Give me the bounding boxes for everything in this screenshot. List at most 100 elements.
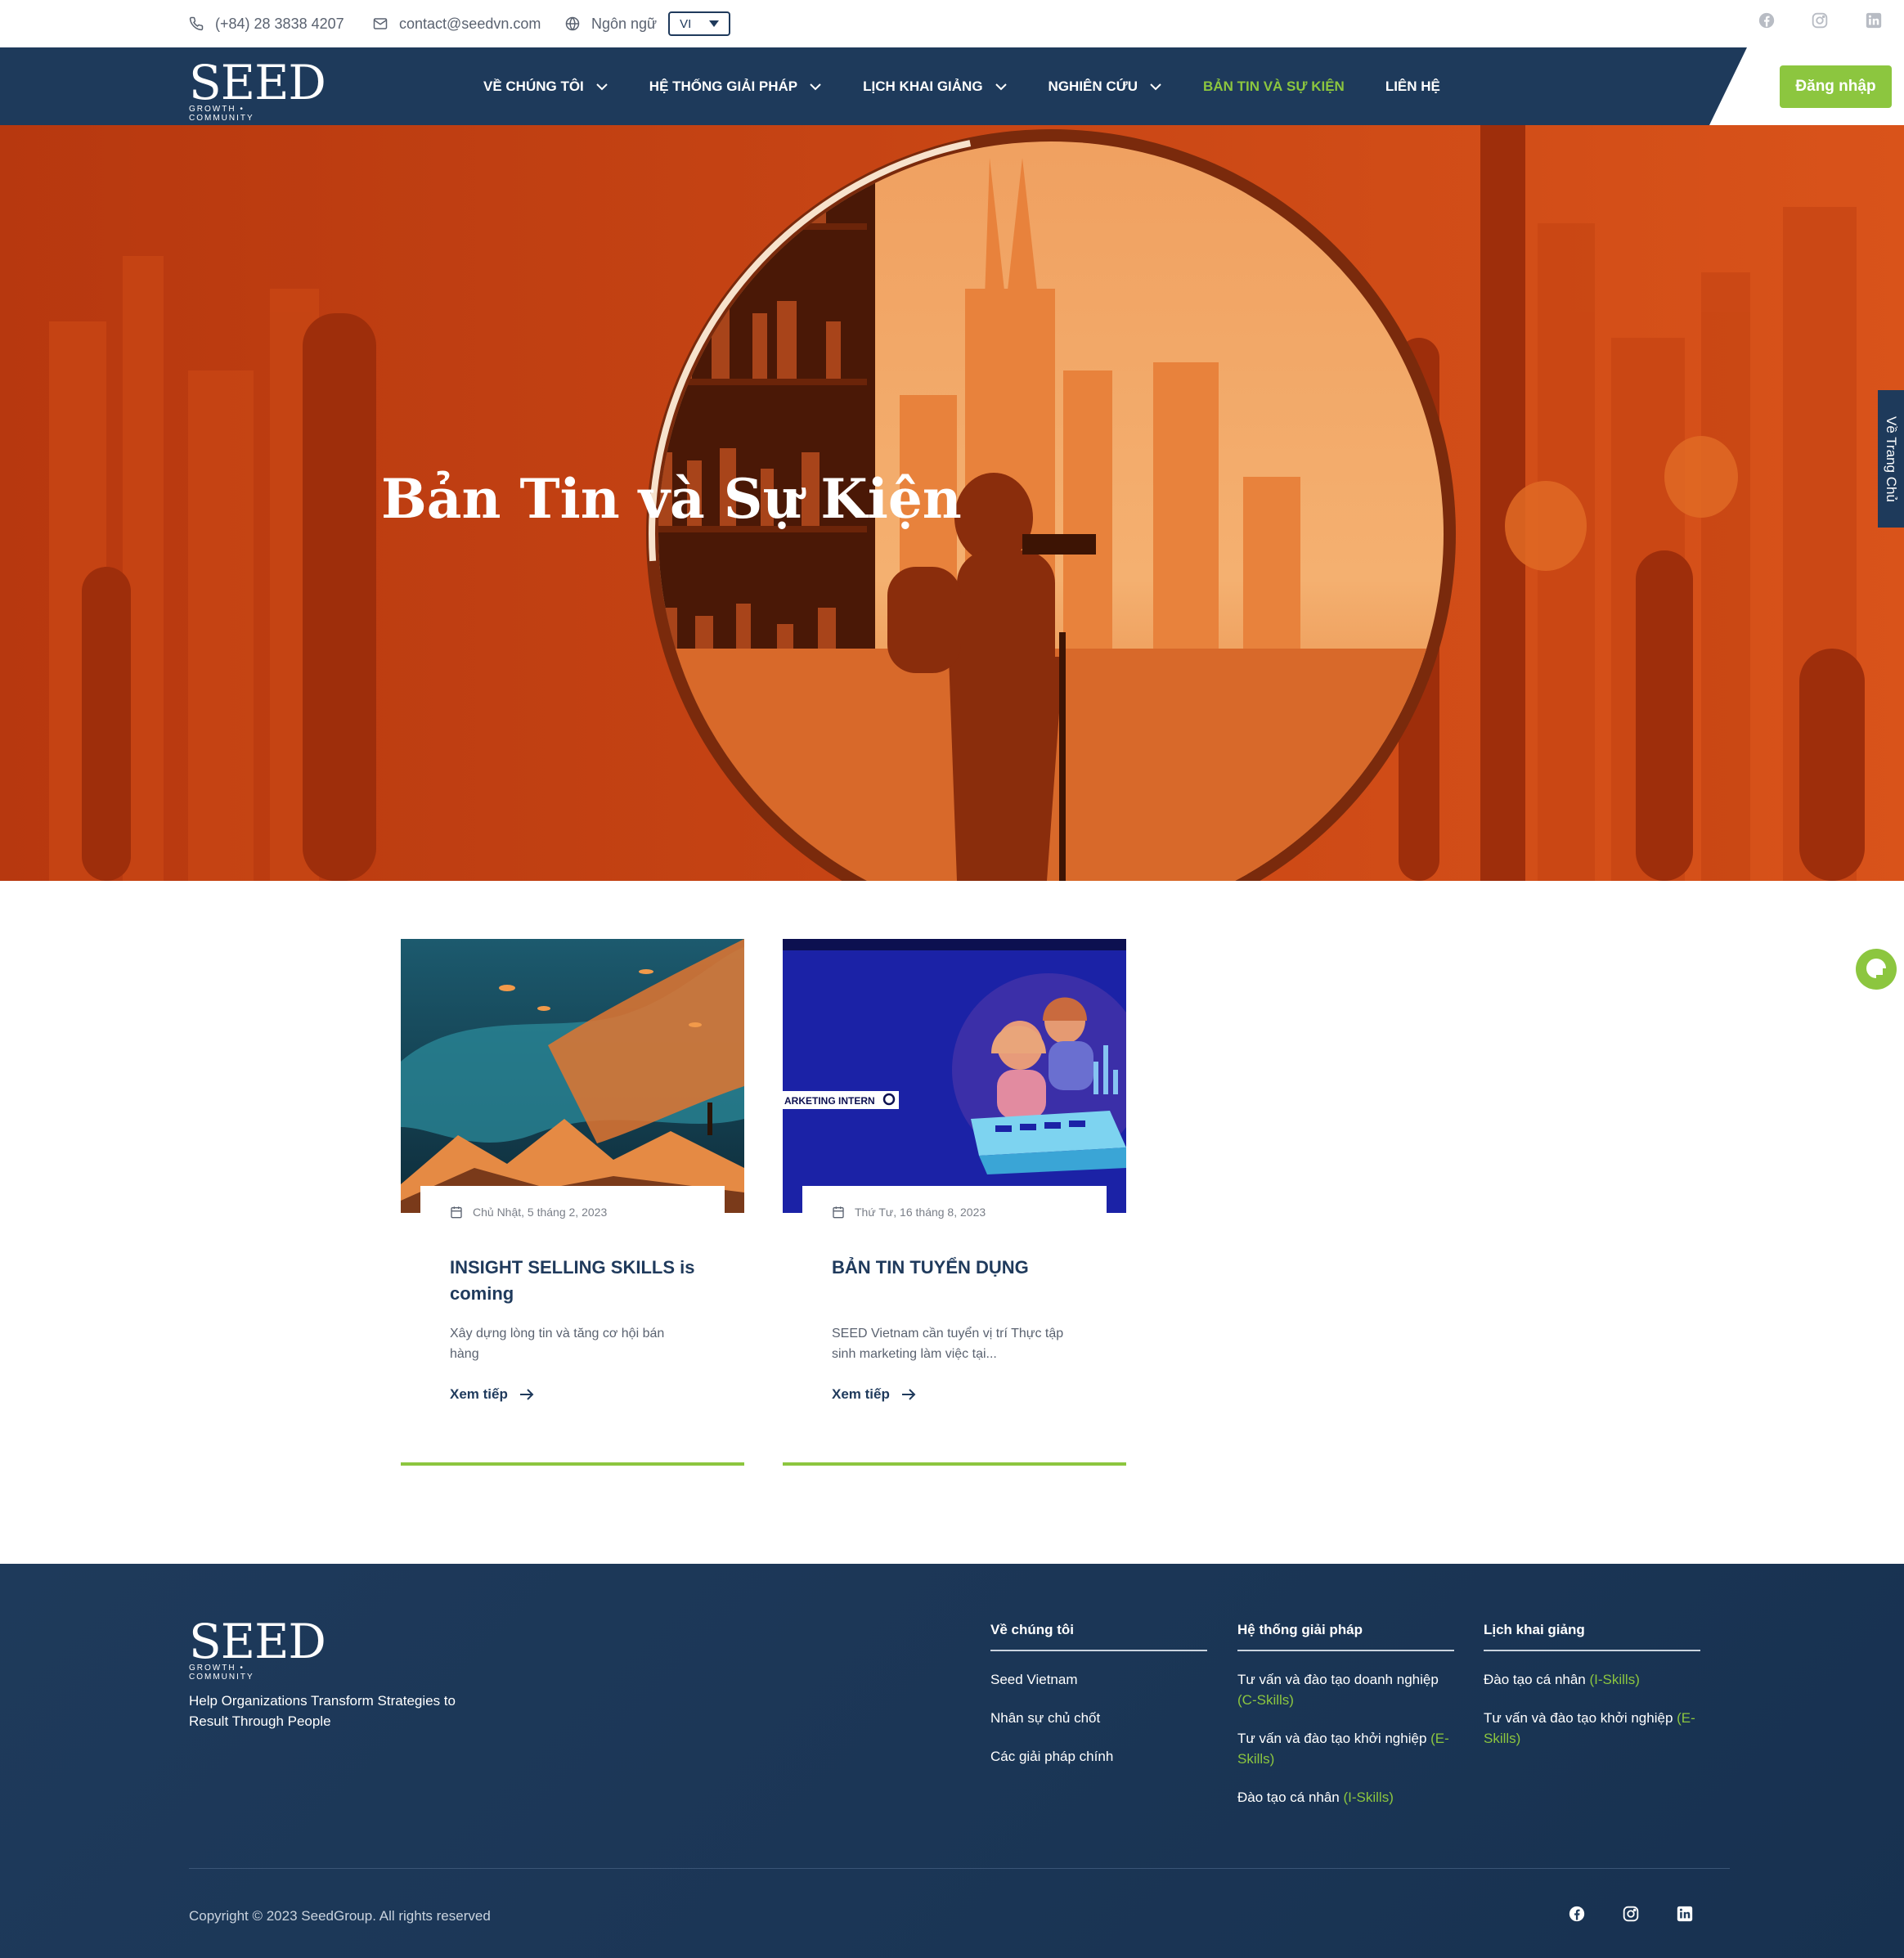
logo-wordmark: SEED [189,55,326,110]
language-select[interactable]: VI [668,11,731,36]
footer-column-heading: Lịch khai giảng [1484,1622,1700,1651]
post-illustration [401,939,744,1213]
globe-icon [565,16,580,31]
footer-link[interactable]: Seed Vietnam [990,1669,1207,1690]
nav-item-solutions[interactable]: HỆ THỐNG GIẢI PHÁP [649,79,822,95]
nav-label: LỊCH KHAI GIẢNG [863,78,983,94]
main-nav: VỀ CHÚNG TÔI HỆ THỐNG GIẢI PHÁP LỊCH KHA… [483,47,1481,125]
calendar-icon [833,1206,844,1219]
footer-column-heading: Hệ thống giải pháp [1237,1622,1454,1651]
nav-label: VỀ CHÚNG TÔI [483,78,584,94]
footer-link[interactable]: Tư vấn và đào tạo khởi nghiệp (E-Skills) [1237,1728,1454,1769]
post-date: Thứ Tư, 16 tháng 8, 2023 [832,1206,986,1219]
copyright-text: Copyright © 2023 SeedGroup. All rights r… [189,1908,491,1924]
chevron-down-icon [596,83,608,90]
caret-down-icon [709,20,720,27]
post-excerpt: SEED Vietnam cần tuyển vị trí Thực tập s… [832,1327,1064,1361]
logo[interactable]: SEED GROWTH • COMMUNITY [189,55,326,123]
phone-contact[interactable]: (+84) 28 3838 4207 [189,11,344,36]
post-title[interactable]: INSIGHT SELLING SKILLS is coming [450,1255,703,1307]
footer-link[interactable]: Các giải pháp chính [990,1746,1207,1767]
facebook-icon[interactable] [1758,12,1775,29]
instagram-icon[interactable] [1623,1906,1639,1922]
footer-link[interactable]: Nhân sự chủ chốt [990,1708,1207,1728]
footer-link[interactable]: Tư vấn và đào tạo doanh nghiệp (C-Skills… [1237,1669,1454,1710]
footer-column-heading: Về chúng tôi [990,1622,1207,1651]
phone-text: (+84) 28 3838 4207 [215,15,344,32]
post-illustration: ARKETING INTERN [783,939,1126,1213]
post-content: Chủ Nhật, 5 tháng 2, 2023 INSIGHT SELLIN… [420,1186,725,1423]
footer-link-text: Seed Vietnam [990,1672,1078,1687]
post-date-text: Chủ Nhật, 5 tháng 2, 2023 [473,1206,608,1219]
login-button[interactable]: Đăng nhập [1780,65,1892,108]
facebook-icon[interactable] [1569,1906,1585,1922]
footer-link-text: Đào tạo cá nhân [1484,1672,1590,1687]
phone-icon [189,16,204,31]
language-switcher: Ngôn ngữ VI [565,11,731,36]
language-label: Ngôn ngữ [591,15,658,32]
footer-link[interactable]: Đào tạo cá nhân (I-Skills) [1237,1787,1454,1808]
hero-title: Bản Tin và Sự Kiện [381,467,962,531]
card-accent-line [783,1462,1126,1466]
chevron-down-icon [1150,83,1161,90]
calendar-icon [451,1206,462,1219]
footer-link-tag: (I-Skills) [1589,1672,1640,1687]
footer-column-schedule: Lịch khai giảng Đào tạo cá nhân (I-Skill… [1484,1622,1700,1749]
top-bar: (+84) 28 3838 4207 contact@seedvn.com Ng… [0,0,1904,47]
post-card[interactable]: ARKETING INTERN Thứ Tư, 16 tháng 8, 2023… [783,939,1126,1467]
footer-link[interactable]: Đào tạo cá nhân (I-Skills) [1484,1669,1700,1690]
footer-divider [189,1868,1730,1869]
instagram-icon[interactable] [1812,12,1828,29]
read-more-label: Xem tiếp [832,1386,890,1402]
nav-item-schedule[interactable]: LỊCH KHAI GIẢNG [863,79,1007,95]
nav-label: HỆ THỐNG GIẢI PHÁP [649,78,798,94]
read-more-label: Xem tiếp [450,1386,508,1402]
footer-link-text: Tư vấn và đào tạo khởi nghiệp [1484,1710,1677,1726]
footer-link[interactable]: Tư vấn và đào tạo khởi nghiệp (E-Skills) [1484,1708,1700,1749]
mail-icon [373,18,388,29]
arrow-right-icon [901,1389,916,1400]
footer-link-text: Tư vấn và đào tạo khởi nghiệp [1237,1731,1431,1746]
nav-item-news-events[interactable]: BẢN TIN VÀ SỰ KIỆN [1203,79,1345,95]
hero-banner: Bản Tin và Sự Kiện [0,125,1904,881]
post-image[interactable]: ARKETING INTERN [783,939,1126,1213]
chevron-down-icon [810,83,821,90]
post-title[interactable]: BẢN TIN TUYỂN DỤNG [832,1255,1085,1281]
email-contact[interactable]: contact@seedvn.com [373,11,541,36]
linkedin-icon[interactable] [1677,1906,1693,1922]
arrow-right-icon [519,1389,534,1400]
footer-logo[interactable]: SEED GROWTH • COMMUNITY [189,1614,326,1682]
nav-label: LIÊN HỆ [1385,78,1440,94]
post-date-text: Thứ Tư, 16 tháng 8, 2023 [855,1206,986,1219]
footer-link-text: Đào tạo cá nhân [1237,1790,1344,1805]
chevron-down-icon [995,83,1007,90]
footer-link-text: Các giải pháp chính [990,1749,1114,1764]
card-accent-line [401,1462,744,1466]
footer-column-solutions: Hệ thống giải pháp Tư vấn và đào tạo doa… [1237,1622,1454,1808]
post-card[interactable]: Chủ Nhật, 5 tháng 2, 2023 INSIGHT SELLIN… [401,939,744,1467]
footer-column-about: Về chúng tôi Seed Vietnam Nhân sự chủ ch… [990,1622,1207,1767]
read-more-link[interactable]: Xem tiếp [832,1386,916,1403]
linkedin-icon[interactable] [1866,12,1882,29]
nav-item-contact[interactable]: LIÊN HỆ [1385,79,1440,95]
nav-item-about[interactable]: VỀ CHÚNG TÔI [483,79,608,95]
back-home-tab[interactable]: Về Trang Chủ [1878,390,1904,528]
post-excerpt: Xây dựng lòng tin và tăng cơ hội bán hàn… [450,1327,665,1361]
footer-link-text: Nhân sự chủ chốt [990,1710,1101,1726]
footer-link-tag: (I-Skills) [1343,1790,1394,1805]
nav-label: NGHIÊN CỨU [1048,78,1138,94]
logo-wordmark: SEED [189,1614,326,1669]
search-bar-text: ARKETING INTERN [784,1095,875,1107]
email-text: contact@seedvn.com [399,15,541,32]
nav-label: BẢN TIN VÀ SỰ KIỆN [1203,78,1345,94]
post-image[interactable] [401,939,744,1213]
footer-tagline: Help Organizations Transform Strategies … [189,1693,456,1729]
read-more-link[interactable]: Xem tiếp [450,1386,534,1403]
footer-link-text: Tư vấn và đào tạo doanh nghiệp [1237,1672,1439,1687]
post-content: Thứ Tư, 16 tháng 8, 2023 BẢN TIN TUYỂN D… [802,1186,1107,1423]
nav-item-research[interactable]: NGHIÊN CỨU [1049,79,1163,95]
footer-link-tag: (C-Skills) [1237,1692,1294,1708]
post-date: Chủ Nhật, 5 tháng 2, 2023 [450,1206,607,1219]
language-value: VI [680,16,692,31]
chat-bubble-icon[interactable] [1854,947,1898,991]
